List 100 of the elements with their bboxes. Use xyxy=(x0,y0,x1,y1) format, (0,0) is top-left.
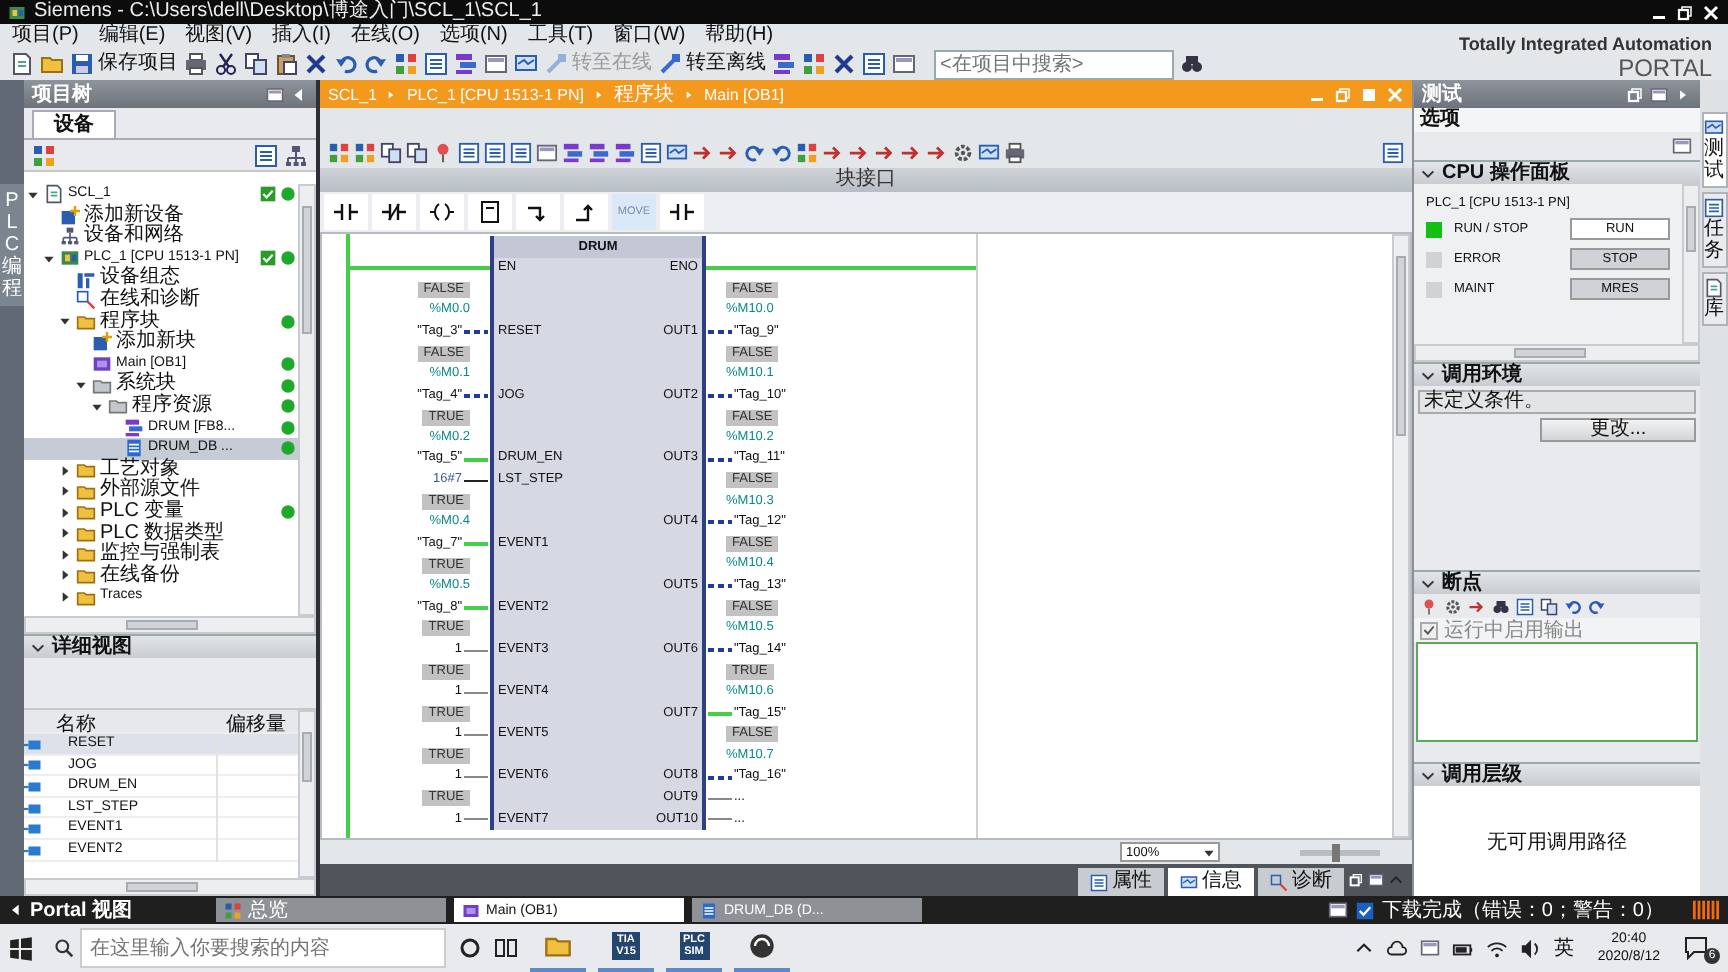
copy-icon[interactable] xyxy=(244,52,268,76)
list-icon[interactable] xyxy=(640,141,662,163)
search-field[interactable]: <在项目中搜索> xyxy=(934,49,1174,79)
grid-icon[interactable] xyxy=(354,141,376,163)
gear-icon[interactable] xyxy=(1444,597,1462,615)
menu-item[interactable]: 在线(O) xyxy=(350,24,420,48)
undo-icon[interactable] xyxy=(770,141,792,163)
section-header[interactable]: CPU 操作面板 xyxy=(1414,160,1700,184)
binoculars-icon[interactable] xyxy=(1492,597,1510,615)
caret-right-icon[interactable] xyxy=(58,568,72,583)
arrow-icon[interactable] xyxy=(1468,597,1486,615)
delete-icon[interactable] xyxy=(832,52,856,76)
arrow-icon[interactable] xyxy=(718,141,740,163)
media-icon[interactable] xyxy=(748,932,776,960)
tree-item[interactable]: 添加新块 xyxy=(24,332,298,354)
tree-item[interactable]: 设备组态 xyxy=(24,268,298,290)
instruction-button[interactable] xyxy=(420,194,464,230)
redo-icon[interactable] xyxy=(744,141,766,163)
arrow-icon[interactable] xyxy=(692,141,714,163)
vertical-tab[interactable]: 测试 xyxy=(1701,112,1727,188)
pin-icon[interactable] xyxy=(432,141,454,163)
portal-view-button[interactable]: Portal 视图 xyxy=(8,896,208,924)
stack-icon[interactable] xyxy=(614,141,636,163)
list-icon[interactable] xyxy=(458,141,480,163)
list-icon[interactable] xyxy=(484,141,506,163)
panel-icon[interactable] xyxy=(1327,900,1348,920)
caret-right-icon[interactable] xyxy=(58,484,72,499)
caret-right-icon[interactable] xyxy=(58,463,72,478)
chevron-down-icon[interactable] xyxy=(1420,767,1436,783)
tree-item[interactable]: 系统块 xyxy=(24,374,298,396)
search-field[interactable]: 在这里输入你要搜索的内容 xyxy=(80,928,446,968)
stack-icon[interactable] xyxy=(588,141,610,163)
restore-icon[interactable] xyxy=(1348,872,1364,888)
breakpoint-list[interactable] xyxy=(1416,642,1698,742)
clipboard-icon[interactable] xyxy=(274,52,298,76)
grid-icon[interactable] xyxy=(32,143,56,167)
wifi-icon[interactable] xyxy=(1485,937,1508,959)
chevron-down-icon[interactable] xyxy=(1420,165,1436,181)
tab[interactable]: 属性 xyxy=(1078,868,1164,896)
menu-item[interactable]: 窗口(W) xyxy=(613,24,686,48)
change-button[interactable]: 更改... xyxy=(1540,417,1696,441)
list-icon[interactable] xyxy=(254,143,278,167)
copy-icon[interactable] xyxy=(1540,597,1558,615)
scrollbar[interactable] xyxy=(298,184,316,616)
caret-down-icon[interactable] xyxy=(58,314,72,329)
menu-item[interactable]: 工具(T) xyxy=(527,24,594,48)
page-icon[interactable] xyxy=(10,52,34,76)
redo-icon[interactable] xyxy=(364,52,388,76)
chevron-down-icon[interactable] xyxy=(1420,367,1436,383)
caret-right-icon[interactable] xyxy=(58,505,72,520)
undo-icon[interactable] xyxy=(334,52,358,76)
vertical-tab[interactable]: 任务 xyxy=(1701,192,1727,268)
arrow-icon[interactable] xyxy=(822,141,844,163)
instruction-button[interactable] xyxy=(564,194,608,230)
scrollbar[interactable] xyxy=(24,878,316,896)
copy-icon[interactable] xyxy=(406,141,428,163)
chevron-down-icon[interactable] xyxy=(30,639,46,655)
tab[interactable]: 诊断 xyxy=(1258,868,1344,896)
tree-item[interactable]: PLC 变量 xyxy=(24,501,298,523)
binoculars-icon[interactable] xyxy=(1180,52,1204,76)
scrollbar[interactable] xyxy=(24,616,316,634)
scrollbar[interactable] xyxy=(298,710,316,878)
restore-icon[interactable] xyxy=(1676,3,1694,21)
grid-icon[interactable] xyxy=(796,141,818,163)
instruction-button[interactable] xyxy=(468,194,512,230)
monitor-icon[interactable] xyxy=(514,52,538,76)
tree-item[interactable]: 监控与强制表 xyxy=(24,544,298,566)
section-header[interactable]: 调用环境 xyxy=(1414,362,1700,386)
tree-item[interactable]: 外部源文件 xyxy=(24,480,298,502)
delete-icon[interactable] xyxy=(304,52,328,76)
caret-down-icon[interactable] xyxy=(42,251,56,266)
task-view-icon[interactable] xyxy=(494,936,518,960)
menu-item[interactable]: 编辑(E) xyxy=(98,24,166,48)
go-offline-button[interactable]: 转至离线 xyxy=(658,50,766,78)
caret-right-icon[interactable] xyxy=(58,590,72,605)
panel-icon[interactable] xyxy=(1368,872,1384,888)
section-header[interactable]: 断点 xyxy=(1414,570,1700,594)
list-icon[interactable] xyxy=(424,52,448,76)
instruction-button[interactable] xyxy=(324,194,368,230)
menu-item[interactable]: 插入(I) xyxy=(272,24,331,48)
monitor-icon[interactable] xyxy=(666,141,688,163)
vertical-tab[interactable]: PLC 编程 xyxy=(0,184,24,306)
caret-right-icon[interactable] xyxy=(58,526,72,541)
caret-up-icon[interactable] xyxy=(1353,938,1374,958)
tree-item[interactable]: 程序资源 xyxy=(24,395,298,418)
list-icon[interactable] xyxy=(1382,141,1404,163)
menu-item[interactable]: 项目(P) xyxy=(12,24,79,48)
grid-icon[interactable] xyxy=(394,52,418,76)
menu-item[interactable]: 帮助(H) xyxy=(705,24,774,48)
copy-icon[interactable] xyxy=(380,141,402,163)
tree-item[interactable]: 在线和诊断 xyxy=(24,289,298,312)
circle-icon[interactable] xyxy=(458,936,482,960)
printer-icon[interactable] xyxy=(184,52,208,76)
tree-item[interactable]: 设备和网络 xyxy=(24,226,298,248)
caret-down-icon[interactable] xyxy=(74,378,88,393)
network-icon[interactable] xyxy=(284,143,308,167)
instruction-button[interactable] xyxy=(660,194,704,230)
redo-icon[interactable] xyxy=(1588,597,1606,615)
undo-icon[interactable] xyxy=(1564,597,1582,615)
stack-icon[interactable] xyxy=(772,52,796,76)
